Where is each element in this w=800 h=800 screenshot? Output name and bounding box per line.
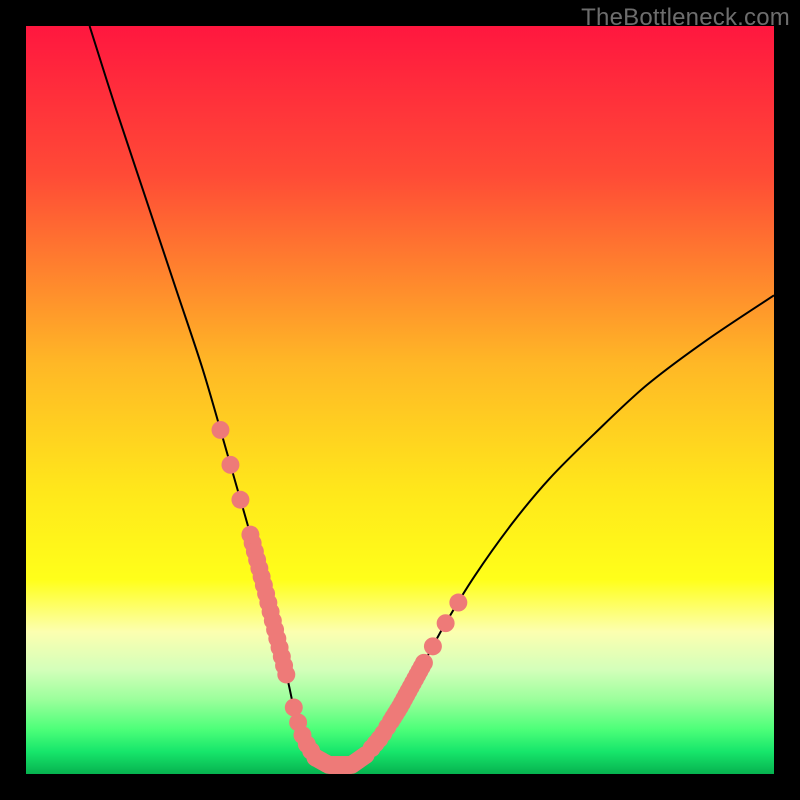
curve-dot [437, 614, 455, 632]
curve-dot [212, 421, 230, 439]
gradient-background [26, 26, 774, 774]
outer-frame: TheBottleneck.com [0, 0, 800, 800]
curve-dot [424, 637, 442, 655]
watermark-label: TheBottleneck.com [581, 4, 790, 32]
curve-dot [277, 666, 295, 684]
plot-area [26, 26, 774, 774]
curve-dot [231, 491, 249, 509]
chart-svg [26, 26, 774, 774]
curve-dot [449, 594, 467, 612]
curve-dot [415, 654, 433, 672]
curve-dot [221, 456, 239, 474]
